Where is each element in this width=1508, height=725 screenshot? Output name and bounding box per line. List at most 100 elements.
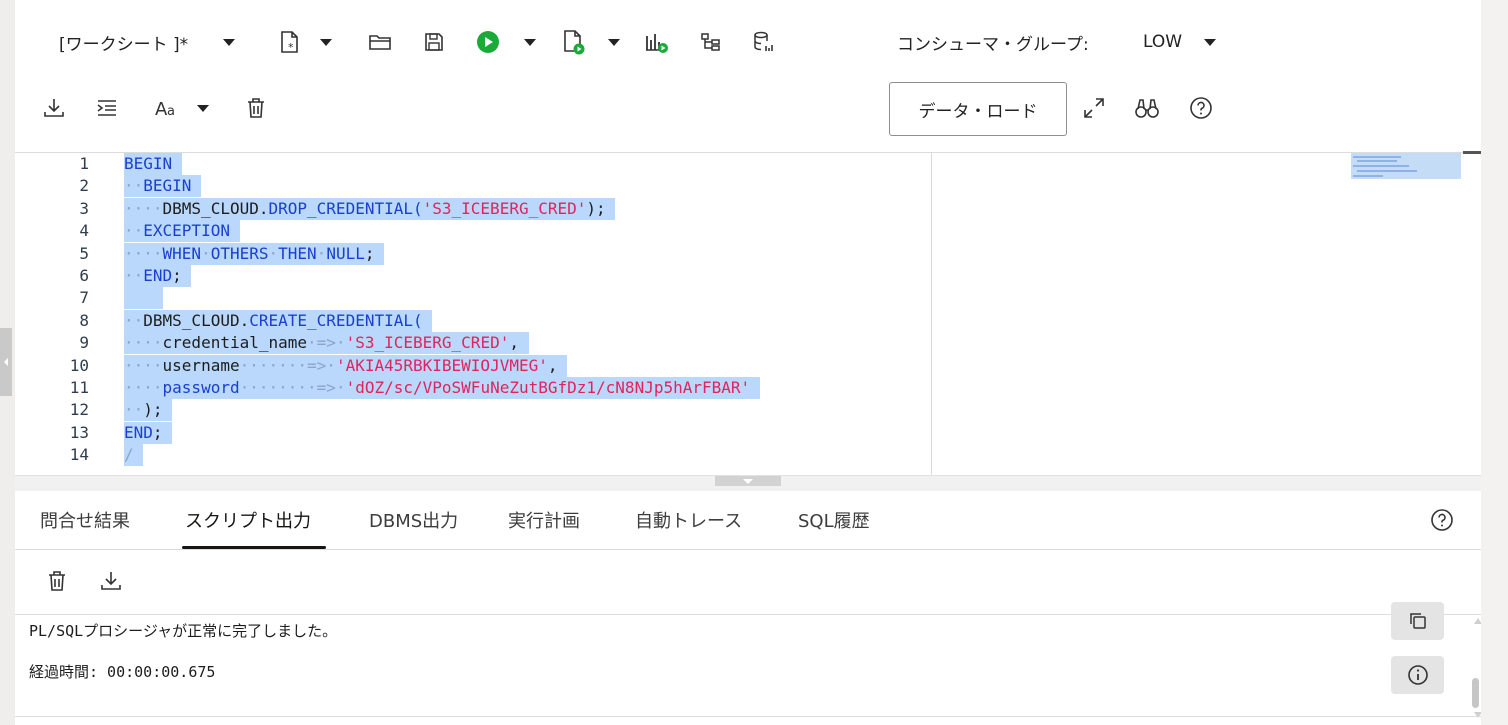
code-line: ····credential_name·=>·'S3_ICEBERG_CRED'… — [124, 332, 529, 354]
code-editor[interactable]: 1 2 3 4 5 6 7 8 9 10 11 12 13 14 BEGIN ·… — [15, 153, 931, 475]
run-script-icon[interactable] — [559, 22, 589, 62]
code-token: ······· — [239, 378, 308, 397]
code-token: BEGIN — [124, 154, 173, 173]
info-button[interactable] — [1391, 656, 1444, 694]
code-line: ··DBMS_CLOUD.CREATE_CREDENTIAL( — [124, 310, 433, 332]
output-scrollbar[interactable] — [1472, 678, 1479, 708]
code-line: ··END; — [124, 265, 192, 287]
editor-ruler — [931, 153, 932, 475]
consumer-group-label-wrap: コンシューマ・グループ: — [897, 22, 1089, 62]
code-token: ···· — [124, 333, 163, 352]
tab-sql-history[interactable]: SQL履歴 — [798, 491, 870, 549]
code-line: ··); — [124, 399, 173, 421]
code-line: BEGIN — [124, 153, 182, 175]
line-number: 8 — [79, 311, 89, 330]
output-line: 経過時間: 00:00:00.675 — [29, 663, 216, 681]
svg-text:*: * — [288, 41, 294, 54]
code-token: , — [509, 333, 519, 352]
code-token: => — [307, 356, 327, 375]
line-number: 2 — [79, 176, 89, 195]
code-line: ··EXCEPTION — [124, 220, 240, 242]
line-number: 11 — [69, 378, 89, 397]
data-load-label: データ・ロード — [918, 101, 1038, 122]
expand-icon[interactable] — [1079, 88, 1109, 128]
code-token: END — [124, 423, 153, 442]
code-line: ····password········=>·'dOZ/sc/VPoSWFuNe… — [124, 377, 760, 399]
copy-button[interactable] — [1391, 602, 1444, 640]
line-number: 1 — [79, 154, 89, 173]
code-token: ···· — [124, 244, 163, 263]
minimap[interactable] — [1351, 153, 1461, 179]
new-file-icon[interactable]: * — [275, 22, 305, 62]
consumer-group-chevron-down-icon — [1204, 38, 1217, 46]
splitter-handle[interactable] — [715, 476, 781, 486]
right-edge — [1481, 0, 1508, 725]
code-token: DROP_CREDENTIAL( — [268, 199, 423, 218]
code-token: ······· — [239, 356, 308, 375]
worksheet-label: [ワークシート ]* — [59, 34, 189, 55]
output-toolbar — [15, 550, 1481, 615]
code-line — [124, 287, 163, 309]
worksheet-caret-down-icon[interactable] — [221, 22, 237, 62]
code-token: 'dOZ/sc/VPoSWFuNeZutBGfDz1/cN8NJp5hArFBA… — [345, 378, 751, 397]
output-line: PL/SQLプロシージャが正常に完了しました。 — [29, 622, 338, 640]
code-token: ); — [143, 400, 163, 419]
code-line: / — [124, 444, 144, 466]
consumer-group-label: コンシューマ・グループ: — [897, 34, 1089, 55]
download-icon[interactable] — [39, 88, 69, 128]
code-token: ; — [364, 244, 375, 263]
editor-scrollbar[interactable] — [1463, 151, 1481, 154]
tab-dbms-output[interactable]: DBMS出力 — [369, 491, 458, 549]
data-load-button[interactable]: データ・ロード — [889, 82, 1067, 136]
code-token: OTHERS — [210, 244, 269, 263]
text-size-caret-down-icon[interactable] — [195, 88, 211, 128]
code-token: , — [547, 356, 558, 375]
tab-query-result[interactable]: 問合せ結果 — [40, 491, 130, 549]
code-line: ··BEGIN — [124, 175, 202, 197]
open-folder-icon[interactable] — [365, 22, 395, 62]
svg-text:a: a — [167, 104, 175, 118]
code-token: ·· — [124, 311, 144, 330]
chevron-down-icon — [743, 478, 753, 484]
code-token: => — [316, 378, 336, 397]
help-icon[interactable] — [1186, 88, 1216, 128]
new-file-caret-down-icon[interactable] — [318, 22, 334, 62]
explain-plan-icon[interactable] — [642, 22, 672, 62]
tab-explain-plan[interactable]: 実行計画 — [508, 491, 580, 549]
consumer-group-select[interactable]: LOW — [1143, 22, 1217, 62]
autotrace-icon[interactable] — [696, 22, 726, 62]
code-token: => — [316, 333, 336, 352]
code-token: ; — [172, 266, 182, 285]
text-size-icon[interactable]: Aa — [152, 88, 182, 128]
line-number: 9 — [79, 333, 89, 352]
database-icon[interactable] — [749, 22, 779, 62]
code-line: ····username·······=>·'AKIA45RBKIBEWIOJV… — [124, 355, 568, 377]
code-token: / — [124, 445, 134, 464]
code-token: DBMS_CLOUD. — [143, 311, 250, 330]
chevron-left-icon — [4, 358, 8, 366]
code-token: ·· — [124, 176, 144, 195]
save-icon[interactable] — [419, 22, 449, 62]
help-icon[interactable] — [1427, 500, 1457, 540]
code-token: credential_name — [162, 333, 308, 352]
run-script-caret-down-icon[interactable] — [606, 22, 622, 62]
left-panel-toggle[interactable] — [0, 328, 12, 396]
trash-icon[interactable] — [241, 88, 271, 128]
binoculars-icon[interactable] — [1132, 88, 1162, 128]
code-token: CREATE_CREDENTIAL( — [249, 311, 423, 330]
code-token: ·· — [124, 400, 144, 419]
tab-autotrace[interactable]: 自動トレース — [635, 491, 742, 549]
trash-icon[interactable] — [42, 561, 72, 601]
run-icon[interactable] — [473, 22, 503, 62]
code-token: ···· — [124, 199, 163, 218]
download-icon[interactable] — [96, 561, 126, 601]
worksheet-selector[interactable]: [ワークシート ]* — [59, 22, 188, 62]
output-tabs: 問合せ結果 スクリプト出力 DBMS出力 実行計画 自動トレース SQL履歴 — [15, 491, 1481, 550]
tab-script-output[interactable]: スクリプト出力 — [185, 491, 311, 549]
line-number: 3 — [79, 199, 89, 218]
main-toolbar: [ワークシート ]* * コンシューマ・グループ: LOW — [15, 14, 1481, 74]
worksheet-panel: [ワークシート ]* * コンシューマ・グループ: LOW A a データ・ロー… — [15, 0, 1482, 725]
run-caret-down-icon[interactable] — [522, 22, 538, 62]
format-icon[interactable] — [92, 88, 122, 128]
pane-splitter[interactable] — [15, 475, 1481, 491]
